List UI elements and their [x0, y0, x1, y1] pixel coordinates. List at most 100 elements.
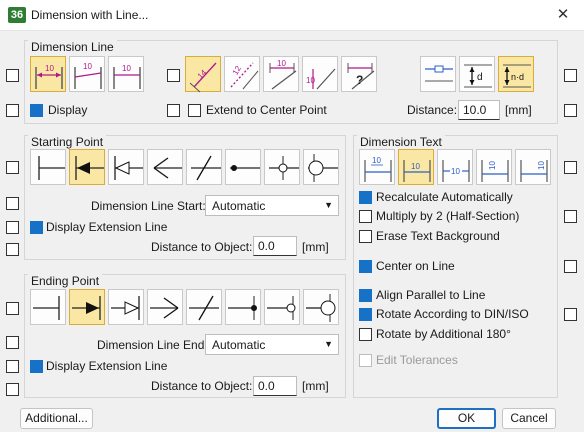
text-pos-above-button[interactable]: 10 — [398, 149, 434, 185]
row-checkbox[interactable] — [6, 104, 19, 117]
line-style-plain-button[interactable]: 10 — [108, 56, 144, 92]
dimension-line-end-label: Dimension Line End: — [97, 338, 208, 352]
start-slash-button[interactable] — [186, 149, 222, 185]
svg-text:10: 10 — [306, 76, 315, 85]
rotate-180-checkbox[interactable] — [359, 328, 372, 341]
distance-d-button[interactable]: d — [459, 56, 495, 92]
dim-question-icon: ? — [347, 63, 375, 90]
row-checkbox[interactable] — [564, 161, 577, 174]
end-slash-button[interactable] — [186, 289, 222, 325]
open-triangle-arrow-icon — [114, 156, 143, 180]
open-triangle-arrow-icon — [111, 296, 140, 320]
dimension-line-end-select[interactable]: Automatic ▼ — [205, 334, 339, 355]
end-open-arrow-button[interactable] — [108, 289, 144, 325]
end-display-extension-label: Display Extension Line — [46, 359, 168, 373]
orientation-oblique-button[interactable]: 12 — [224, 56, 260, 92]
orientation-aligned-button[interactable]: 14 — [185, 56, 221, 93]
svg-text:10: 10 — [122, 64, 131, 73]
row-checkbox[interactable] — [564, 104, 577, 117]
close-icon[interactable]: ✕ — [550, 3, 576, 27]
start-display-extension-label: Display Extension Line — [46, 220, 168, 234]
recalculate-checkbox[interactable] — [359, 191, 372, 204]
group-title-dimension-text: Dimension Text — [357, 135, 445, 149]
row-checkbox[interactable] — [6, 302, 19, 315]
rotate-din-checkbox[interactable] — [359, 308, 372, 321]
filled-arrow-icon — [72, 296, 101, 320]
orientation-vertical-button[interactable]: 10 — [302, 56, 338, 92]
start-dot-button[interactable] — [225, 149, 261, 185]
display-checkbox[interactable] — [30, 104, 43, 117]
ok-button[interactable]: OK — [437, 408, 496, 429]
group-title-dimension-line: Dimension Line — [28, 40, 117, 54]
row-checkbox[interactable] — [6, 336, 19, 349]
distance-nd-button[interactable]: n·d — [498, 56, 534, 92]
text-pos-above-left-button[interactable]: 10 — [359, 149, 395, 185]
distance-unit: [mm] — [505, 103, 532, 117]
chevron-down-icon: ▼ — [324, 339, 333, 349]
distance-single-button[interactable] — [420, 56, 456, 92]
start-line-arrow-button[interactable] — [147, 149, 183, 185]
row-checkbox[interactable] — [167, 69, 180, 82]
small-circle-end-icon — [269, 156, 299, 180]
orientation-horizontal-button[interactable]: 10 — [263, 56, 299, 92]
start-none-button[interactable] — [30, 149, 66, 185]
text-pos-inline-button[interactable]: 10 — [437, 149, 473, 185]
start-filled-arrow-button[interactable] — [69, 149, 105, 185]
distance-nd-icon: n·d — [503, 64, 531, 88]
end-small-circle-button[interactable] — [264, 289, 300, 325]
end-distance-unit: [mm] — [302, 379, 329, 393]
distance-d-icon: d — [464, 64, 492, 88]
center-on-line-checkbox[interactable] — [359, 260, 372, 273]
multiply-checkbox[interactable] — [359, 210, 372, 223]
edit-tolerances-checkbox[interactable] — [359, 354, 372, 367]
end-distance-object-input[interactable]: 0.0 — [253, 376, 297, 396]
start-distance-object-input[interactable]: 0.0 — [253, 236, 297, 256]
distance-input[interactable]: 10.0 — [458, 100, 500, 120]
end-dot-button[interactable] — [225, 289, 261, 325]
row-checkbox[interactable] — [564, 210, 577, 223]
text-pos-vertical-button[interactable]: 10 — [476, 149, 512, 185]
filled-arrow-icon — [75, 156, 104, 180]
dimension-line-start-select[interactable]: Automatic ▼ — [205, 195, 339, 216]
dot-end-icon — [230, 165, 260, 171]
end-large-circle-button[interactable] — [303, 289, 339, 325]
end-none-button[interactable] — [30, 289, 66, 325]
group-title-ending-point: Ending Point — [28, 274, 103, 288]
slash-tick-icon — [189, 295, 219, 321]
end-line-arrow-button[interactable] — [147, 289, 183, 325]
svg-text:?: ? — [356, 73, 363, 87]
row-checkbox[interactable] — [564, 69, 577, 82]
line-arrow-icon — [150, 297, 179, 319]
row-checkbox[interactable] — [167, 104, 180, 117]
line-style-slash-button[interactable]: 10 — [69, 56, 105, 92]
row-checkbox[interactable] — [6, 197, 19, 210]
dim-vertical-icon: 10 — [306, 68, 336, 90]
row-checkbox[interactable] — [6, 243, 19, 256]
start-large-circle-button[interactable] — [303, 149, 339, 185]
cancel-button[interactable]: Cancel — [502, 408, 556, 429]
text-vertical-icon: 10 — [481, 160, 509, 182]
additional-button[interactable]: Additional... — [20, 408, 93, 429]
row-checkbox[interactable] — [6, 360, 19, 373]
end-filled-arrow-button[interactable] — [69, 289, 105, 325]
start-display-extension-checkbox[interactable] — [30, 221, 43, 234]
start-open-arrow-button[interactable] — [108, 149, 144, 185]
row-checkbox[interactable] — [564, 308, 577, 321]
row-checkbox[interactable] — [564, 260, 577, 273]
dimension-line-start-value: Automatic — [212, 199, 266, 213]
align-parallel-checkbox[interactable] — [359, 289, 372, 302]
erase-background-checkbox[interactable] — [359, 230, 372, 243]
large-circle-end-icon — [308, 154, 338, 182]
orientation-unknown-button[interactable]: ? — [341, 56, 377, 92]
start-small-circle-button[interactable] — [264, 149, 300, 185]
row-checkbox[interactable] — [6, 161, 19, 174]
svg-text:10: 10 — [372, 156, 381, 165]
line-style-arrows-button[interactable]: 10 — [30, 56, 66, 92]
row-checkbox[interactable] — [6, 383, 19, 396]
row-checkbox[interactable] — [6, 69, 19, 82]
rotate-din-label: Rotate According to DIN/ISO — [376, 307, 529, 321]
extend-center-checkbox[interactable] — [188, 104, 201, 117]
row-checkbox[interactable] — [6, 221, 19, 234]
text-pos-vertical-right-button[interactable]: 10 — [515, 149, 551, 185]
end-display-extension-checkbox[interactable] — [30, 360, 43, 373]
